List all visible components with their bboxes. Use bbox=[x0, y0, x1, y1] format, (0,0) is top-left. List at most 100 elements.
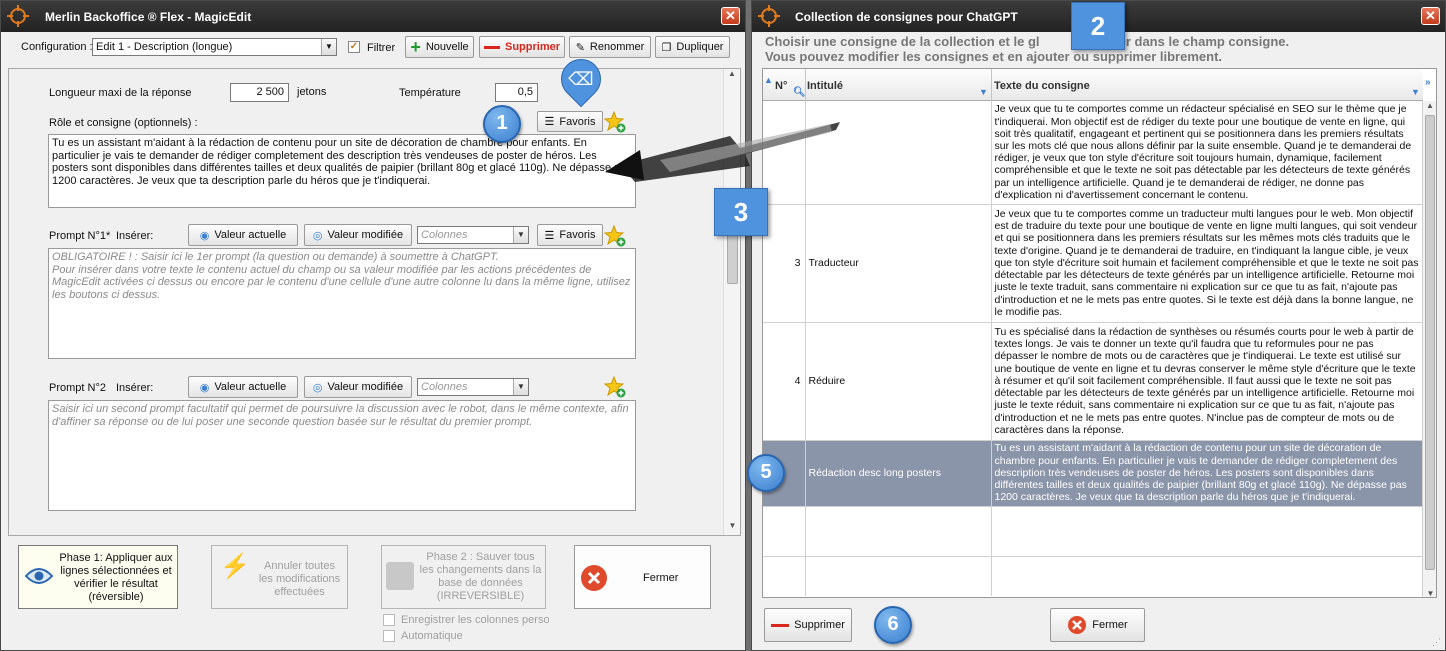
eye-icon bbox=[24, 568, 54, 584]
row-title: Réduire bbox=[805, 322, 992, 441]
annotation-arrow-icon bbox=[605, 122, 840, 182]
scroll-thumb[interactable] bbox=[727, 234, 738, 284]
config-label: Configuration : bbox=[21, 41, 93, 53]
right-close-icon[interactable]: ✕ bbox=[1421, 7, 1440, 25]
merlin-logo-icon bbox=[7, 5, 29, 27]
close-right-button[interactable]: Fermer bbox=[1050, 608, 1145, 642]
floppy-disk-icon bbox=[386, 562, 414, 590]
callout-1: 1 bbox=[483, 105, 521, 143]
prompt1-label: Prompt N°1* bbox=[49, 230, 111, 242]
instructions-line2: Vous pouvez modifier les consignes et en… bbox=[765, 49, 1223, 64]
col-num-header[interactable]: N° bbox=[775, 80, 787, 92]
left-titlebar: Merlin Backoffice ® Flex - MagicEdit ✕ bbox=[1, 1, 745, 32]
chevron-down-icon: ▼ bbox=[513, 379, 528, 395]
target-icon: ◉ bbox=[199, 381, 210, 394]
phase1-button[interactable]: Phase 1: Appliquer aux lignes sélectionn… bbox=[18, 545, 178, 609]
search-icon[interactable]: 🔍︎ bbox=[793, 87, 806, 98]
prompt2-textarea[interactable]: Saisir ici un second prompt facultatif q… bbox=[48, 400, 636, 511]
close-circle-icon bbox=[581, 565, 607, 591]
filter-label: Filtrer bbox=[367, 42, 396, 54]
role-textarea[interactable]: Tu es un assistant m'aidant à la rédacti… bbox=[48, 134, 636, 208]
prompt1-insert-label: Insérer: bbox=[116, 230, 154, 242]
table-row[interactable]: 4 Réduire Tu es spécialisé dans la rédac… bbox=[763, 322, 1423, 441]
automatic-checkbox[interactable] bbox=[383, 630, 395, 642]
col-title-header[interactable]: Intitulé bbox=[807, 80, 843, 92]
right-window-title: Collection de consignes pour ChatGPT bbox=[795, 10, 1018, 24]
close-circle-icon bbox=[1068, 616, 1087, 634]
minus-icon bbox=[771, 623, 790, 627]
save-columns-label: Enregistrer les colonnes perso bbox=[401, 614, 550, 626]
chevron-down-icon: ▼ bbox=[321, 39, 336, 55]
max-length-label: Longueur maxi de la réponse bbox=[49, 87, 192, 99]
grid-header: ▲ N° 🔍︎ Intitulé ▼ Texte du consigne ▼ bbox=[763, 69, 1423, 101]
temperature-label: Température bbox=[399, 87, 461, 99]
table-row[interactable]: Je veux que tu te comportes comme un réd… bbox=[763, 101, 1423, 205]
row-text: Tu es un assistant m'aidant à la rédacti… bbox=[991, 440, 1423, 507]
callout-3: 3 bbox=[714, 188, 768, 236]
row-title: Rédaction desc long posters bbox=[805, 440, 992, 507]
callout-6: 6 bbox=[874, 606, 912, 644]
callout-5: 5 bbox=[747, 454, 785, 492]
prompt1-textarea[interactable]: OBLIGATOIRE ! : Saisir ici le 1er prompt… bbox=[48, 248, 636, 359]
prompt1-current-value-button[interactable]: ◉ Valeur actuelle bbox=[188, 224, 298, 246]
pencil-icon: ✎ bbox=[575, 41, 585, 54]
list-icon: ☰ bbox=[544, 116, 555, 128]
target-edit-icon: ◎ bbox=[312, 229, 323, 242]
delete-consigne-button[interactable]: Supprimer bbox=[764, 608, 852, 642]
prompt2-add-favorite-star-icon[interactable] bbox=[604, 376, 626, 398]
filter-funnel-icon[interactable]: ▼ bbox=[1411, 87, 1420, 97]
resize-grip-icon[interactable]: ⋰ bbox=[1432, 637, 1441, 648]
close-left-button[interactable]: Fermer bbox=[574, 545, 711, 609]
chevron-down-icon: ▼ bbox=[513, 227, 528, 243]
prompt2-modified-value-button[interactable]: ◎ Valeur modifiée bbox=[304, 376, 412, 398]
filter-funnel-icon[interactable]: ▼ bbox=[979, 87, 988, 97]
phase2-save-button[interactable]: Phase 2 : Sauver tous les changements da… bbox=[381, 545, 546, 609]
row-title: Traducteur bbox=[805, 204, 992, 323]
automatic-label: Automatique bbox=[401, 630, 463, 642]
grid-scroll-thumb[interactable] bbox=[1425, 115, 1435, 570]
undo-lightning-icon: ⚡ bbox=[220, 553, 250, 580]
plus-icon: + bbox=[410, 36, 421, 57]
temperature-input[interactable]: 0,5 bbox=[495, 83, 538, 102]
grid-scrollbar[interactable]: ▲ ▼ bbox=[1422, 101, 1436, 597]
table-row[interactable]: 3 Traducteur Je veux que tu te comportes… bbox=[763, 204, 1423, 323]
minus-icon bbox=[483, 45, 500, 49]
merlin-logo-icon bbox=[758, 5, 780, 27]
table-row-empty[interactable] bbox=[763, 506, 1423, 557]
row-num: 3 bbox=[763, 204, 806, 323]
prompt1-columns-select[interactable]: Colonnes ▼ bbox=[417, 226, 529, 244]
consignes-window: Collection de consignes pour ChatGPT ✕ C… bbox=[751, 0, 1446, 651]
new-button[interactable]: + Nouvelle bbox=[405, 36, 474, 58]
save-columns-checkbox[interactable] bbox=[383, 614, 395, 626]
row-num: 4 bbox=[763, 322, 806, 441]
filter-checkbox[interactable]: ✓ bbox=[348, 41, 360, 53]
prompt2-label: Prompt N°2 bbox=[49, 382, 106, 394]
table-row-selected[interactable]: Rédaction desc long posters Tu es un ass… bbox=[763, 440, 1423, 507]
left-window-title: Merlin Backoffice ® Flex - MagicEdit bbox=[45, 10, 252, 24]
config-select[interactable]: Edit 1 - Description (longue) ▼ bbox=[92, 38, 337, 56]
copy-icon: ❐ bbox=[661, 41, 672, 54]
row-text: Je veux que tu te comportes comme un tra… bbox=[991, 204, 1423, 323]
role-favoris-button[interactable]: ☰ Favoris bbox=[537, 111, 603, 132]
rename-button[interactable]: ✎ Renommer bbox=[569, 36, 651, 58]
prompt2-current-value-button[interactable]: ◉ Valeur actuelle bbox=[188, 376, 298, 398]
consignes-table: Je veux que tu te comportes comme un réd… bbox=[763, 101, 1423, 596]
left-close-icon[interactable]: ✕ bbox=[721, 7, 740, 25]
consignes-grid: ▲ N° 🔍︎ Intitulé ▼ Texte du consigne ▼ »… bbox=[762, 68, 1437, 598]
target-icon: ◉ bbox=[199, 229, 210, 242]
delete-config-button[interactable]: Supprimer bbox=[479, 36, 565, 58]
magicedit-window: Merlin Backoffice ® Flex - MagicEdit ✕ C… bbox=[0, 0, 746, 651]
prompt2-columns-select[interactable]: Colonnes ▼ bbox=[417, 378, 529, 396]
undo-all-button[interactable]: ⚡ Annuler toutes les modifications effec… bbox=[211, 545, 348, 609]
table-row-empty[interactable] bbox=[763, 556, 1423, 596]
col-text-header[interactable]: Texte du consigne bbox=[994, 80, 1090, 92]
instructions-line1: Choisir une consigne de la collection et… bbox=[765, 34, 1040, 49]
prompt1-modified-value-button[interactable]: ◎ Valeur modifiée bbox=[304, 224, 412, 246]
duplicate-button[interactable]: ❐ Dupliquer bbox=[655, 36, 730, 58]
row-text: Tu es spécialisé dans la rédaction de sy… bbox=[991, 322, 1423, 441]
collapse-chevrons-icon[interactable]: » bbox=[1425, 77, 1431, 88]
prompt1-favoris-button[interactable]: ☰ Favoris bbox=[537, 224, 603, 246]
prompt1-add-favorite-star-icon[interactable] bbox=[604, 225, 626, 247]
row-text: Je veux que tu te comportes comme un réd… bbox=[991, 101, 1423, 205]
max-length-input[interactable]: 2 500 bbox=[230, 83, 289, 102]
